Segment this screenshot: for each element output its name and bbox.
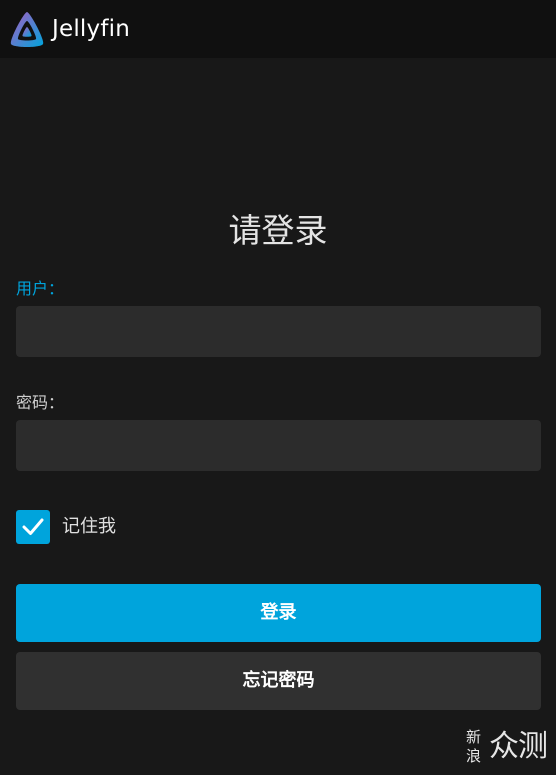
username-input[interactable] [16,306,541,357]
checkmark-icon [22,518,44,535]
login-button[interactable]: 登录 [16,584,541,642]
app-name: Jellyfin [52,16,130,42]
top-bar: Jellyfin [0,0,556,58]
remember-me-label[interactable]: 记住我 [62,514,116,540]
page-title: 请登录 [228,211,328,250]
jellyfin-logo-icon[interactable] [7,10,47,50]
password-input[interactable] [16,420,541,471]
watermark-right-text: 众测 [489,729,548,764]
watermark-left-text: 新浪 [466,728,482,765]
username-label: 用户： [16,279,65,298]
password-label: 密码： [16,393,65,412]
watermark: 新浪 众测 [466,728,550,768]
remember-me-checkbox[interactable] [16,510,50,544]
forgot-password-button[interactable]: 忘记密码 [16,652,541,710]
